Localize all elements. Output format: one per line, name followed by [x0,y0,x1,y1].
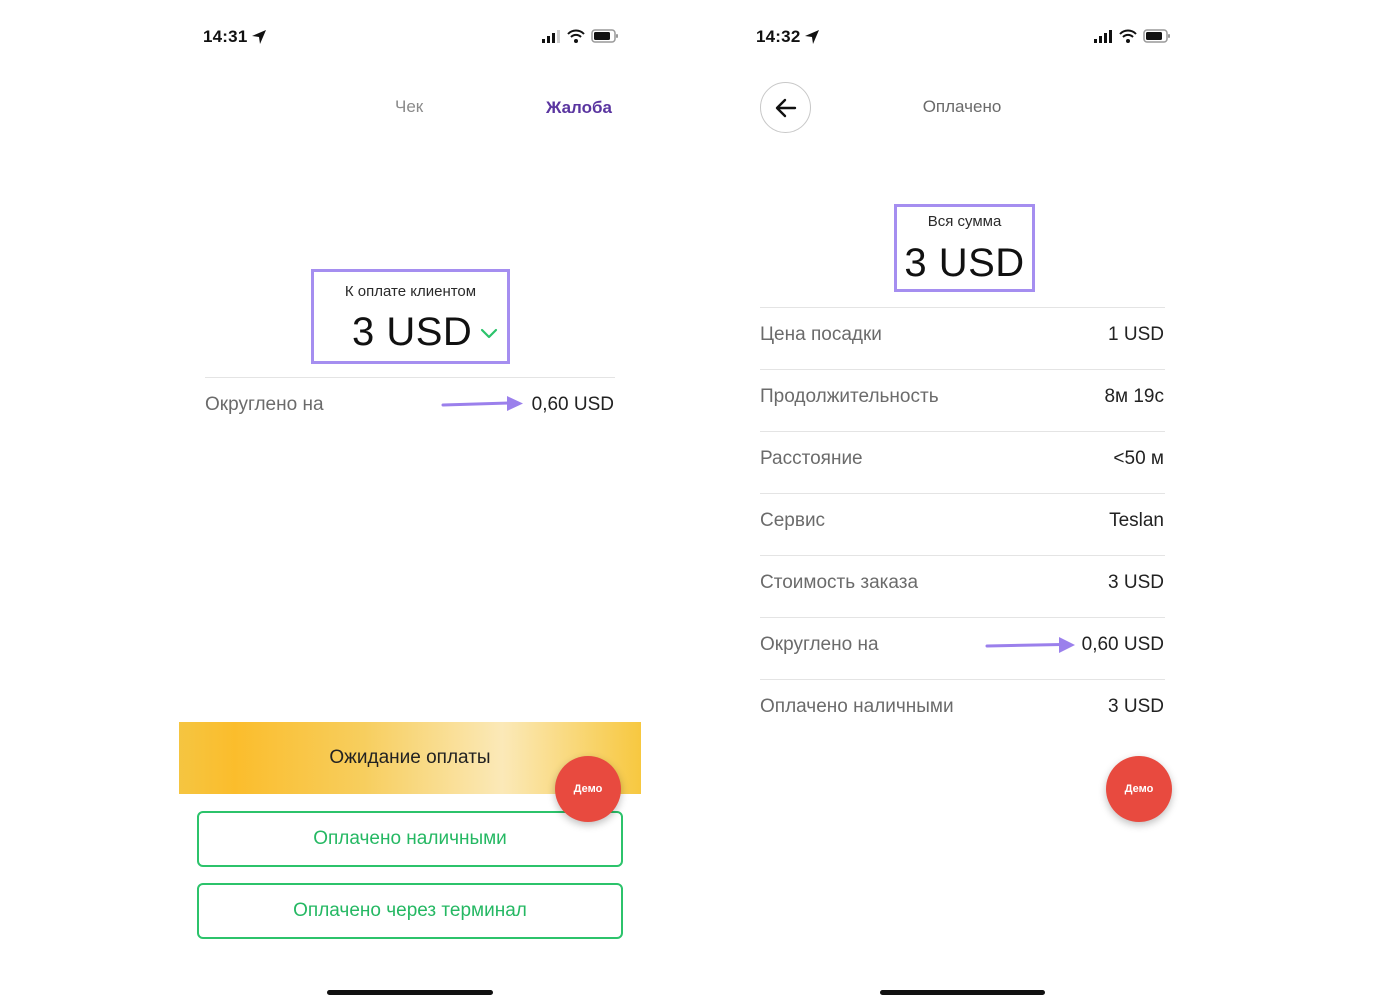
paid-terminal-button[interactable]: Оплачено через терминал [197,883,623,939]
location-arrow-icon [805,30,820,44]
row-value-service: Teslan [1109,510,1164,531]
divider [760,617,1165,618]
home-indicator[interactable] [327,990,493,995]
back-button[interactable] [760,82,811,133]
rounded-value: 0,60 USD [531,394,614,415]
rounded-label: Округлено на [205,394,324,415]
tab-check[interactable]: Чек [395,97,423,117]
battery-icon [1143,29,1170,43]
battery-icon [591,29,618,43]
status-bar-left: 14:31 [203,27,267,47]
row-value-duration: 8м 19с [1104,386,1164,407]
row-label-duration: Продолжительность [760,386,939,407]
row-value-rounded: 0,60 USD [1081,634,1164,655]
paid-cash-button[interactable]: Оплачено наличными [197,811,623,867]
row-label-paid-cash: Оплачено наличными [760,696,954,717]
paid-cash-label: Оплачено наличными [313,828,507,849]
demo-badge[interactable]: Демо [555,756,621,822]
arrow-left-icon [775,98,796,117]
status-time: 14:31 [203,27,248,46]
total-value: 3 USD [904,241,1025,285]
row-label-order-cost: Стоимость заказа [760,572,919,593]
divider [760,493,1165,494]
status-bar-right: 14:32 [756,27,820,47]
wifi-icon [1119,29,1137,43]
row-label-rounded: Округлено на [760,634,879,655]
row-label-distance: Расстояние [760,448,863,469]
demo-label: Демо [1124,783,1154,795]
location-arrow-icon [252,30,267,44]
total-label: Вся сумма [927,213,1002,230]
paid-terminal-label: Оплачено через терминал [293,900,527,921]
home-indicator[interactable] [880,990,1045,995]
row-label-boarding: Цена посадки [760,324,882,345]
demo-badge[interactable]: Демо [1106,756,1172,822]
demo-label: Демо [573,783,603,795]
amount-value: 3 USD [352,310,473,354]
chevron-down-icon [481,328,498,338]
row-value-paid-cash: 3 USD [1108,696,1164,717]
divider [760,369,1165,370]
row-label-service: Сервис [760,510,826,531]
page-title: Оплачено [922,97,1002,116]
status-time: 14:32 [756,27,801,46]
divider [205,377,615,378]
amount-label: К оплате клиентом [344,283,477,300]
signal-icon [1094,29,1112,43]
row-value-distance: <50 м [1113,448,1164,469]
status-icons-right [1093,29,1171,43]
wifi-icon [567,29,585,43]
tab-complaint[interactable]: Жалоба [546,98,612,118]
divider [760,307,1165,308]
waiting-payment-text: Ожидание оплаты [329,747,491,768]
divider [760,431,1165,432]
divider [760,679,1165,680]
signal-icon [542,29,560,43]
status-icons-left [541,29,619,43]
row-value-boarding: 1 USD [1108,324,1164,345]
amount-selector[interactable]: 3 USD [352,310,498,355]
divider [760,555,1165,556]
row-value-order-cost: 3 USD [1108,572,1164,593]
